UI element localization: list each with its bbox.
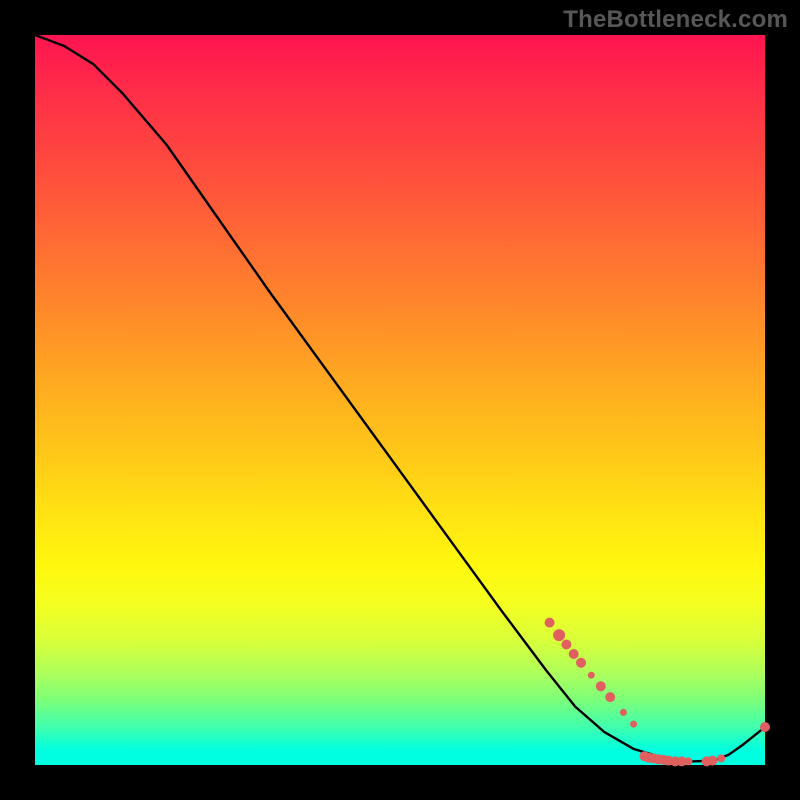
chart-frame: TheBottleneck.com: [0, 0, 800, 800]
data-point: [553, 629, 565, 641]
data-point: [684, 757, 692, 765]
data-point: [569, 649, 579, 659]
data-point: [760, 722, 770, 732]
data-point: [576, 658, 586, 668]
data-point: [717, 754, 725, 762]
data-point: [620, 709, 627, 716]
bottleneck-curve-line: [35, 35, 765, 761]
data-point-markers: [545, 618, 770, 767]
data-point: [707, 756, 717, 766]
data-point: [545, 618, 555, 628]
data-point: [596, 681, 606, 691]
watermark-text: TheBottleneck.com: [563, 6, 788, 34]
data-point: [561, 640, 571, 650]
chart-svg: [35, 35, 765, 765]
data-point: [605, 692, 615, 702]
data-point: [588, 672, 595, 679]
plot-area: [35, 35, 765, 765]
data-point: [630, 721, 637, 728]
